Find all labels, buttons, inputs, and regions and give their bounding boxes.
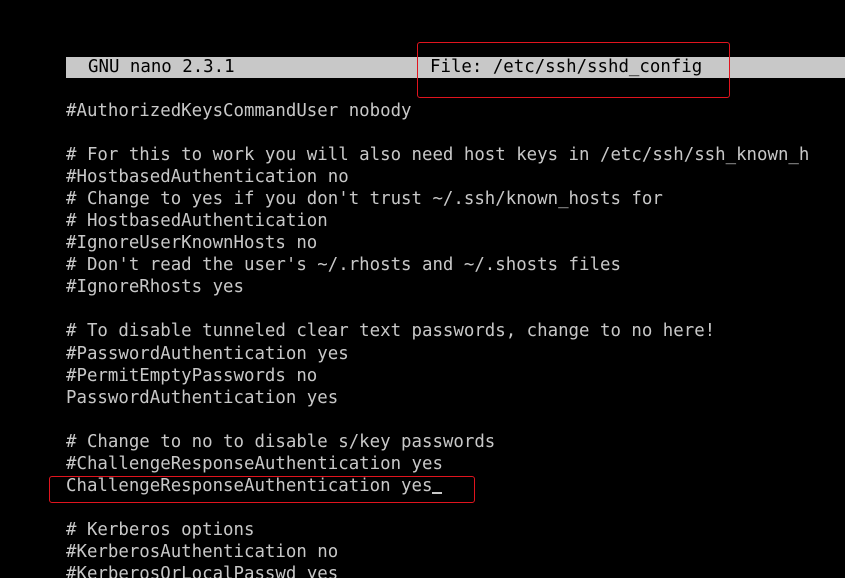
editor-line[interactable]: #PermitEmptyPasswords no	[66, 365, 845, 387]
editor-line[interactable]: #KerberosAuthentication no	[66, 541, 845, 563]
editor-line[interactable]: PasswordAuthentication yes	[66, 387, 845, 409]
editor-line[interactable]: # Kerberos options	[66, 519, 845, 541]
editor-line[interactable]: #IgnoreUserKnownHosts no	[66, 232, 845, 254]
edited-line-highlight-box	[49, 476, 475, 503]
editor-line[interactable]: # Change to no to disable s/key password…	[66, 431, 845, 453]
editor-line[interactable]: #IgnoreRhosts yes	[66, 276, 845, 298]
editor-line[interactable]: # Change to yes if you don't trust ~/.ss…	[66, 188, 845, 210]
editor-line[interactable]: # For this to work you will also need ho…	[66, 144, 845, 166]
file-name-highlight-box	[417, 42, 730, 98]
editor-line[interactable]: #KerberosOrLocalPasswd yes	[66, 563, 845, 578]
editor-line[interactable]: # To disable tunneled clear text passwor…	[66, 320, 845, 342]
editor-line[interactable]: #HostbasedAuthentication no	[66, 166, 845, 188]
editor-text-area[interactable]: #AuthorizedKeysCommandUser nobody # For …	[66, 100, 845, 578]
editor-line[interactable]	[66, 122, 845, 144]
editor-line[interactable]: #AuthorizedKeysCommandUser nobody	[66, 100, 845, 122]
editor-line[interactable]: #ChallengeResponseAuthentication yes	[66, 453, 845, 475]
editor-line[interactable]: #PasswordAuthentication yes	[66, 343, 845, 365]
editor-line[interactable]: # HostbasedAuthentication	[66, 210, 845, 232]
editor-line[interactable]	[66, 298, 845, 320]
editor-line[interactable]	[66, 409, 845, 431]
terminal-screen: GNU nano 2.3.1 File: /etc/ssh/sshd_confi…	[0, 0, 845, 578]
editor-line[interactable]: # Don't read the user's ~/.rhosts and ~/…	[66, 254, 845, 276]
editor-app-name: GNU nano 2.3.1	[88, 57, 235, 77]
